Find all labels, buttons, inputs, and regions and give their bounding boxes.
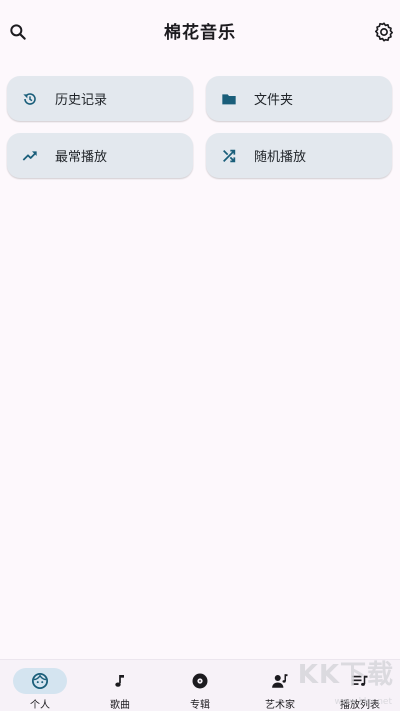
person-face-icon — [31, 672, 49, 690]
tile-most-played[interactable]: 最常播放 — [7, 133, 193, 178]
top-app-bar: 棉花音乐 — [0, 0, 400, 64]
tile-shuffle-label: 随机播放 — [254, 150, 307, 165]
nav-item-artists[interactable]: 艺术家 — [240, 660, 320, 711]
nav-item-songs[interactable]: 歌曲 — [80, 660, 160, 711]
app-root: 棉花音乐 历史记录 文件夹 最常播放 随机播放 个人 歌曲 专辑 艺术家 播放列… — [0, 0, 400, 711]
album-disc-icon — [192, 673, 208, 689]
tile-folder[interactable]: 文件夹 — [206, 76, 392, 121]
nav-item-personal[interactable]: 个人 — [0, 660, 80, 711]
tile-most-played-label: 最常播放 — [55, 150, 108, 165]
tile-folder-label: 文件夹 — [254, 93, 294, 108]
nav-icon-wrap — [93, 668, 147, 694]
nav-icon-wrap — [253, 668, 307, 694]
nav-label-playlists: 播放列表 — [340, 700, 380, 711]
gear-icon — [375, 22, 393, 42]
nav-active-indicator — [13, 668, 67, 694]
nav-item-albums[interactable]: 专辑 — [160, 660, 240, 711]
trending-up-icon — [21, 147, 39, 165]
nav-label-personal: 个人 — [30, 700, 50, 711]
folder-icon — [220, 90, 238, 108]
tile-history-label: 历史记录 — [55, 93, 108, 108]
bottom-navigation: 个人 歌曲 专辑 艺术家 播放列表 — [0, 659, 400, 711]
shuffle-icon — [220, 147, 238, 165]
nav-item-playlists[interactable]: 播放列表 — [320, 660, 400, 711]
tile-history[interactable]: 历史记录 — [7, 76, 193, 121]
settings-button[interactable] — [370, 18, 398, 46]
nav-label-albums: 专辑 — [190, 700, 210, 711]
page-title: 棉花音乐 — [164, 23, 236, 43]
history-icon — [21, 90, 39, 108]
nav-icon-wrap — [333, 668, 387, 694]
nav-label-songs: 歌曲 — [110, 700, 130, 711]
nav-label-artists: 艺术家 — [265, 700, 295, 711]
artist-icon — [272, 674, 288, 688]
playlist-icon — [352, 675, 368, 686]
music-note-icon — [115, 675, 124, 687]
tile-shuffle[interactable]: 随机播放 — [206, 133, 392, 178]
nav-icon-wrap — [173, 668, 227, 694]
